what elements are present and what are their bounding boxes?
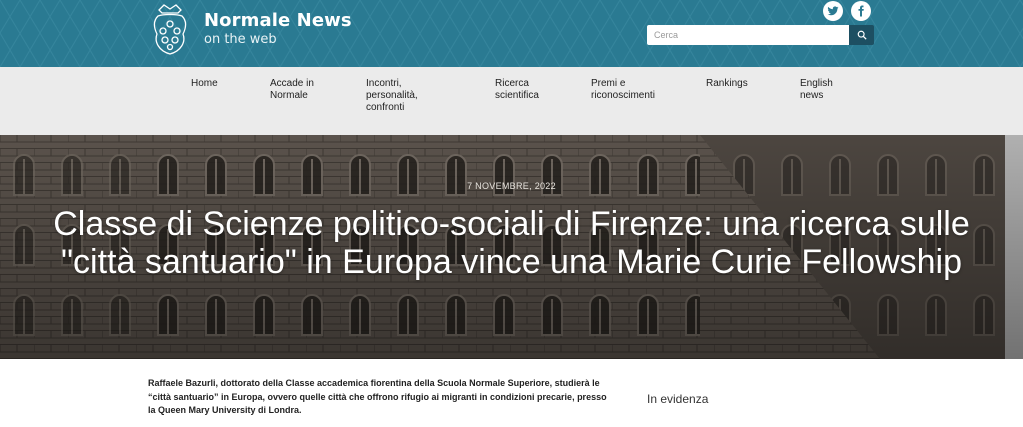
- nav-label: English news: [800, 78, 833, 101]
- twitter-icon[interactable]: [823, 1, 843, 21]
- nav-item-rankings[interactable]: Rankings: [706, 78, 748, 90]
- nav-label: Ricerca scientifica: [495, 78, 539, 101]
- facebook-icon[interactable]: [851, 1, 871, 21]
- article-intro: Raffaele Bazurli, dottorato della Classe…: [148, 378, 607, 415]
- nav-item-premi[interactable]: Premi e riconoscimenti: [591, 78, 655, 102]
- crest-logo-icon[interactable]: [151, 4, 189, 56]
- hero-banner: 7 NOVEMBRE, 2022 Classe di Scienze polit…: [0, 135, 1023, 359]
- search-button[interactable]: [849, 25, 874, 45]
- search-input[interactable]: [647, 25, 849, 45]
- search-icon: [857, 30, 867, 40]
- nav-item-incontri[interactable]: Incontri, personalità, confronti: [366, 78, 418, 114]
- main-nav: Home Accade in Normale Incontri, persona…: [0, 67, 1023, 135]
- nav-label: Home: [191, 78, 218, 89]
- nav-item-ricerca-scientifica[interactable]: Ricerca scientifica: [495, 78, 539, 102]
- nav-item-accade-in-normale[interactable]: Accade in Normale: [270, 78, 314, 102]
- article-date: 7 NOVEMBRE, 2022: [467, 181, 556, 191]
- nav-item-english-news[interactable]: English news: [800, 78, 833, 102]
- brand-title[interactable]: Normale News: [204, 10, 352, 31]
- sidebar-heading: In evidenza: [647, 392, 709, 406]
- brand-subtitle: on the web: [204, 32, 277, 47]
- site-header: Normale News on the web: [0, 0, 1023, 67]
- nav-label: Incontri, personalità, confronti: [366, 78, 418, 113]
- nav-label: Premi e riconoscimenti: [591, 78, 655, 101]
- nav-item-home[interactable]: Home: [191, 78, 218, 90]
- nav-label: Accade in Normale: [270, 78, 314, 101]
- nav-label: Rankings: [706, 78, 748, 89]
- article-title: Classe di Scienze politico-sociali di Fi…: [53, 205, 970, 281]
